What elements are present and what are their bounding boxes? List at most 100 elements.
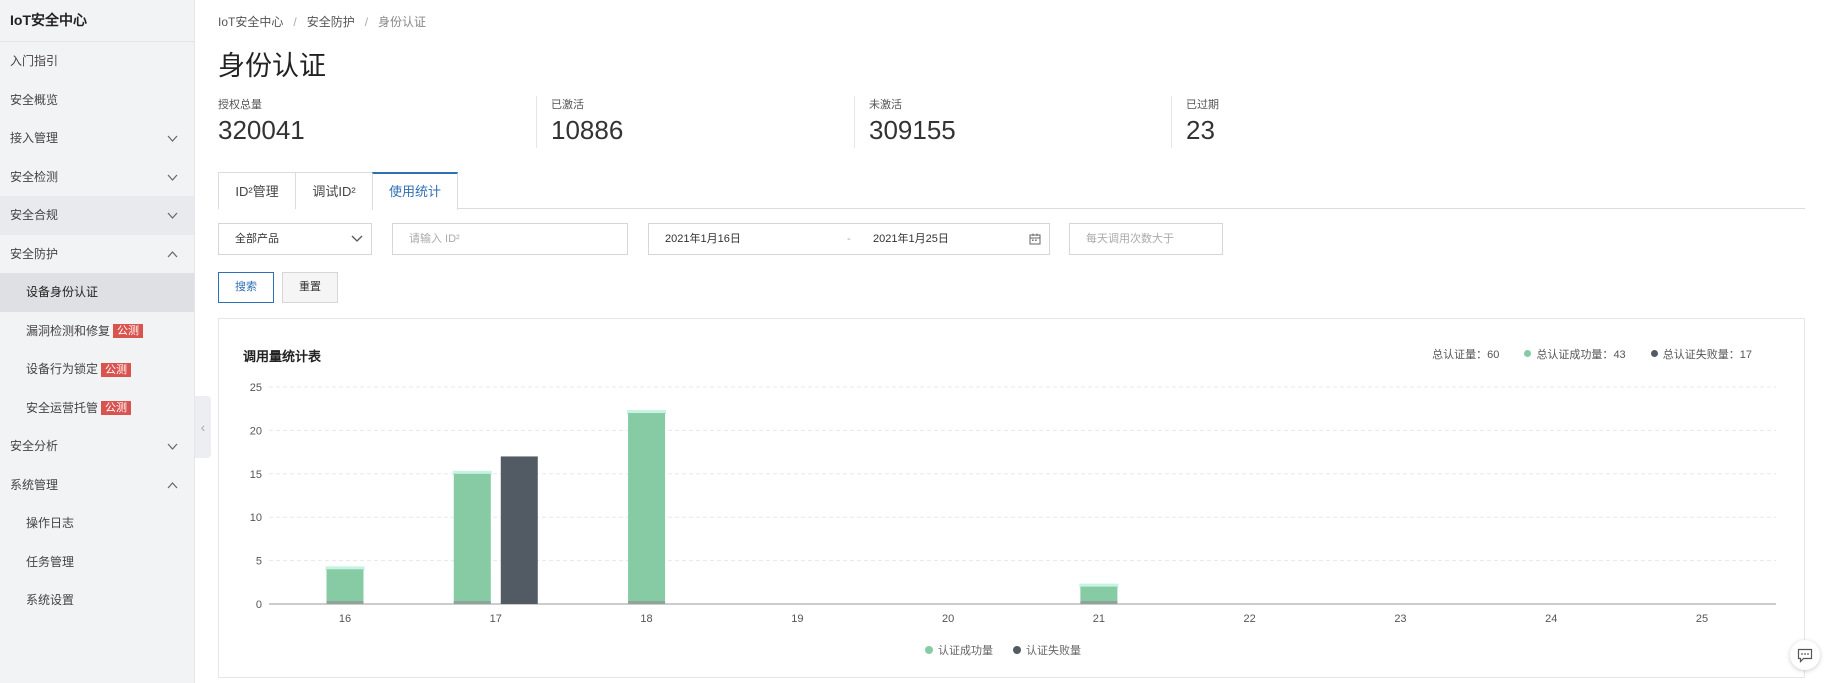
beta-badge: 公测 xyxy=(113,324,144,339)
sidebar-item-op-log[interactable]: 操作日志 xyxy=(0,504,194,543)
daily-calls-input[interactable] xyxy=(1086,225,1222,253)
sidebar-item-label: 系统设置 xyxy=(26,593,75,607)
sidebar-item-label: 安全检测 xyxy=(10,169,59,184)
page-title: 身份认证 xyxy=(218,51,326,81)
sidebar-item-tasks[interactable]: 任务管理 xyxy=(0,543,194,582)
breadcrumb-current: 身份认证 xyxy=(378,15,427,29)
legend-label: 认证成功量 xyxy=(938,644,993,657)
stat-inactive: 未激活 309155 xyxy=(869,96,956,148)
beta-badge: 公测 xyxy=(101,362,132,377)
product-select[interactable]: 全部产品 xyxy=(218,223,372,255)
sidebar-item-label: 系统管理 xyxy=(10,477,59,492)
chevron-up-icon xyxy=(167,250,178,257)
legend-fail-icon xyxy=(1013,646,1021,654)
sidebar-item-device-auth[interactable]: 设备身份认证 xyxy=(0,273,194,312)
x-tick-label: 18 xyxy=(640,613,652,625)
breadcrumb: IoT安全中心 / 安全防护 / 身份认证 xyxy=(218,15,427,29)
sidebar-item-settings[interactable]: 系统设置 xyxy=(0,581,194,620)
x-tick-label: 24 xyxy=(1545,613,1557,625)
stat-value: 10886 xyxy=(551,115,624,145)
sidebar-item-detection[interactable]: 安全检测 xyxy=(0,158,194,197)
x-tick-label: 23 xyxy=(1394,613,1406,625)
sidebar-item-ops-managed[interactable]: 安全运营托管 公测 xyxy=(0,389,194,428)
stat-value: 309155 xyxy=(869,115,956,145)
stat-label: 授权总量 xyxy=(218,99,262,111)
bar-chart: 0 5 10 15 20 25 16 17 18 19 20 21 22 23 24 25 认证成功量 认证失败量 xyxy=(250,382,1776,657)
stat-label: 已激活 xyxy=(551,99,584,111)
y-tick-label: 5 xyxy=(256,556,262,568)
sidebar-item-compliance[interactable]: 安全合规 xyxy=(0,196,194,235)
y-tick-label: 20 xyxy=(250,425,262,437)
stats-row: 授权总量 320041 已激活 10886 未激活 309155 已过期 23 xyxy=(218,96,1318,148)
beta-badge: 公测 xyxy=(101,401,132,416)
bar-base xyxy=(1080,601,1118,604)
sidebar-item-label: 漏洞检测和修复 xyxy=(26,323,111,338)
sidebar-item-label: 接入管理 xyxy=(10,131,59,145)
x-tick-label: 21 xyxy=(1093,613,1105,625)
app-title: IoT安全中心 xyxy=(0,0,194,42)
chat-support-button[interactable] xyxy=(1790,640,1820,670)
date-range-picker[interactable]: 2021年1月16日 - 2021年1月25日 xyxy=(648,223,1050,255)
stat-total: 授权总量 320041 xyxy=(218,96,305,148)
sidebar: IoT安全中心 入门指引 安全概览 接入管理 安全检测 安全合规 安全防护 设备身份认证 漏洞… xyxy=(0,0,195,683)
x-tick-label: 20 xyxy=(942,613,954,625)
sidebar-item-label: 操作日志 xyxy=(26,516,75,530)
reset-button[interactable]: 重置 xyxy=(282,272,338,303)
legend-success-icon xyxy=(925,646,933,654)
bar-success xyxy=(453,473,491,604)
sidebar-item-protection[interactable]: 安全防护 xyxy=(0,235,194,274)
tab-debug-id2[interactable]: 调试ID² xyxy=(295,172,373,209)
id2-search-field[interactable] xyxy=(392,223,628,255)
bar-success xyxy=(628,413,666,604)
sidebar-collapse-handle[interactable]: ‹ xyxy=(195,396,211,458)
sidebar-item-overview[interactable]: 安全概览 xyxy=(0,81,194,120)
stat-activated: 已激活 10886 xyxy=(551,96,623,148)
sidebar-menu: 入门指引 安全概览 接入管理 安全检测 安全合规 安全防护 设备身份认证 漏洞检测和修复 公测设… xyxy=(0,42,194,620)
id2-search-input[interactable] xyxy=(409,225,627,253)
stat-value: 320041 xyxy=(218,115,305,145)
x-tick-label: 19 xyxy=(791,613,803,625)
stat-divider xyxy=(536,96,537,148)
chat-icon xyxy=(1797,648,1813,663)
tab-bar: ID²管理 调试ID² 使用统计 xyxy=(218,172,1805,210)
chevron-down-icon xyxy=(167,174,178,181)
bar-base xyxy=(326,601,364,604)
sidebar-item-label: 安全运营托管 xyxy=(26,400,99,415)
y-tick-label: 10 xyxy=(250,512,262,524)
stat-expired: 已过期 23 xyxy=(1186,96,1219,148)
sidebar-item-behavior-lock[interactable]: 设备行为锁定 公测 xyxy=(0,350,194,389)
sidebar-item-access[interactable]: 接入管理 xyxy=(0,119,194,158)
chevron-left-icon: ‹ xyxy=(200,419,206,435)
sidebar-item-label: 安全分析 xyxy=(10,439,59,453)
bar-success xyxy=(326,569,364,604)
tab-usage-stats[interactable]: 使用统计 xyxy=(372,172,458,210)
date-end[interactable]: 2021年1月25日 xyxy=(873,224,949,254)
bar-fail xyxy=(500,456,538,604)
x-tick-label: 17 xyxy=(490,613,502,625)
main-content: IoT安全中心 / 安全防护 / 身份认证 身份认证 授权总量 320041 已激活 1… xyxy=(218,0,1808,683)
filter-bar: 全部产品 2021年1月16日 - 2021年1月25日 xyxy=(218,223,1318,255)
sidebar-item-getting-started[interactable]: 入门指引 xyxy=(0,42,194,81)
stat-value: 23 xyxy=(1186,115,1215,145)
chart-panel: 调用量统计表 总认证量：60 总认证成功量：43 总认证失败量：17 0 5 10 1… xyxy=(218,318,1805,678)
search-button[interactable]: 搜索 xyxy=(218,272,274,303)
sidebar-item-analysis[interactable]: 安全分析 xyxy=(0,427,194,466)
chevron-down-icon xyxy=(167,443,178,450)
bar-base xyxy=(628,601,666,604)
sidebar-item-label: 安全概览 xyxy=(10,92,59,107)
sidebar-item-label: 安全合规 xyxy=(10,208,59,222)
sidebar-item-label: 安全防护 xyxy=(10,246,59,261)
chevron-down-icon xyxy=(167,135,178,142)
sidebar-item-label: 设备身份认证 xyxy=(26,285,99,299)
breadcrumb-item[interactable]: IoT安全中心 xyxy=(218,15,283,29)
daily-calls-field[interactable] xyxy=(1069,223,1223,255)
breadcrumb-item[interactable]: 安全防护 xyxy=(307,15,355,29)
tab-id2-management[interactable]: ID²管理 xyxy=(218,172,296,209)
x-tick-label: 22 xyxy=(1244,613,1256,625)
sidebar-item-system[interactable]: 系统管理 xyxy=(0,466,194,505)
sidebar-item-vuln-fix[interactable]: 漏洞检测和修复 公测 xyxy=(0,312,194,351)
date-start[interactable]: 2021年1月16日 xyxy=(665,233,741,245)
legend-label: 认证失败量 xyxy=(1026,643,1081,657)
bar-base xyxy=(453,601,491,604)
product-select-value: 全部产品 xyxy=(235,233,279,245)
